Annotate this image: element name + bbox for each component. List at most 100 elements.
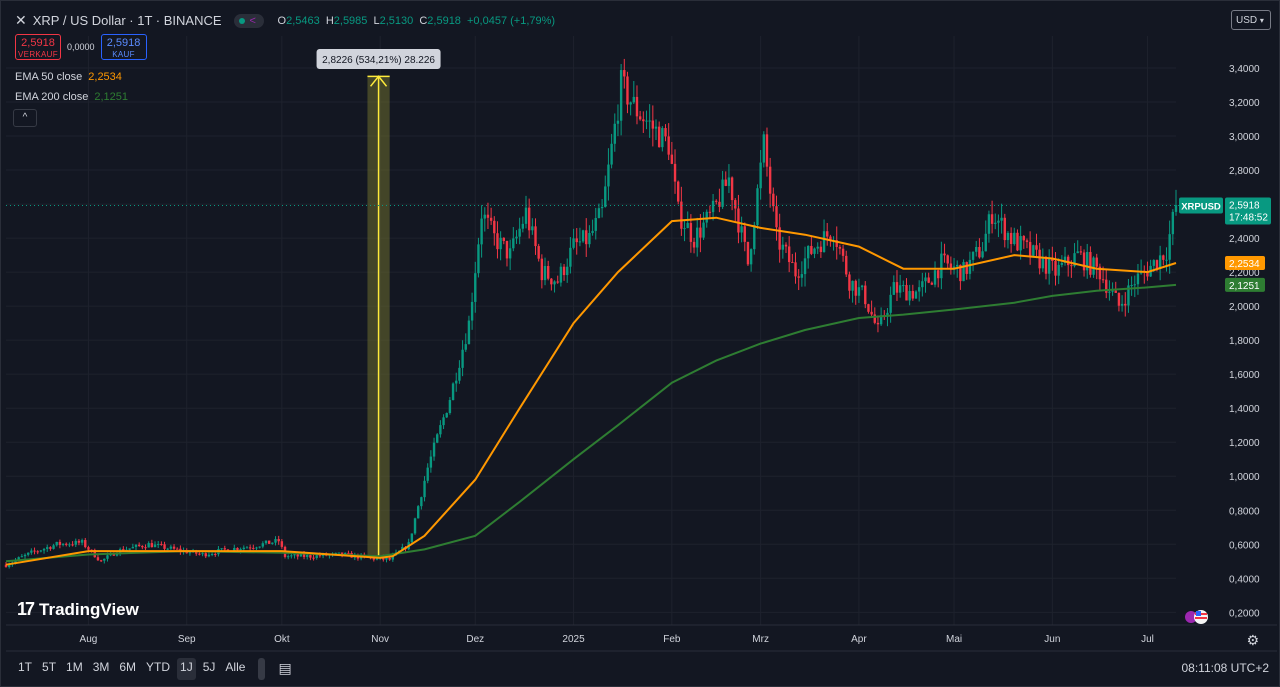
candle-body — [160, 544, 163, 546]
candle-body — [924, 277, 927, 282]
candle-body — [388, 557, 391, 560]
candle-body — [1003, 217, 1006, 241]
tf-3m[interactable]: 3M — [90, 658, 113, 680]
candle-body — [1079, 251, 1083, 253]
candle-body — [870, 311, 873, 315]
candle-body — [1028, 241, 1032, 256]
calendar-icon[interactable]: ▤ — [275, 658, 294, 680]
measure-label: 2,8226 (534,21%) 28.226 — [322, 55, 435, 66]
candle-body — [784, 244, 788, 247]
tf-1j[interactable]: 1J — [177, 658, 196, 680]
us-flag-icon[interactable] — [1183, 609, 1209, 625]
open-key: O — [277, 14, 287, 27]
candle-body — [52, 545, 55, 549]
candle-body — [172, 546, 176, 549]
candle-body — [480, 218, 483, 245]
candle-body — [36, 551, 39, 553]
candle-body — [619, 70, 623, 121]
y-tick-label: 2,4000 — [1229, 234, 1260, 245]
countdown-value: 17:48:52 — [1229, 212, 1268, 223]
candle-body — [696, 227, 699, 248]
candle-body — [293, 554, 296, 556]
candle-body — [286, 556, 290, 558]
candle-body — [616, 120, 620, 124]
candle-body — [943, 253, 946, 256]
candle-body — [210, 553, 214, 555]
candle-body — [981, 251, 984, 258]
indicator-ema200[interactable]: EMA 200 close 2,1251 — [15, 91, 128, 103]
candle-body — [508, 248, 512, 259]
logo-text: TradingView — [39, 599, 139, 619]
candle-body — [280, 541, 284, 547]
candle-body — [220, 548, 223, 550]
candle-body — [607, 164, 610, 187]
candle-body — [163, 544, 166, 549]
ema200-label: EMA 200 close — [15, 91, 89, 103]
divider — [258, 658, 266, 680]
buy-button[interactable]: 2,5918 KAUF — [100, 34, 147, 60]
status-indicator[interactable]: < — [233, 13, 264, 28]
candle-body — [68, 544, 71, 546]
candle-body — [749, 249, 753, 265]
candle-body — [572, 238, 575, 248]
candle-body — [604, 186, 607, 207]
candle-body — [306, 554, 309, 557]
gear-icon[interactable]: ⚙ — [1246, 632, 1259, 649]
candle-body — [296, 554, 299, 557]
candle-body — [705, 211, 708, 223]
tf-5j[interactable]: 5J — [200, 658, 219, 680]
candle-body — [1035, 245, 1038, 250]
candle-body — [515, 236, 518, 239]
close-value: 2,5918 — [427, 14, 461, 27]
candle-body — [499, 237, 502, 250]
tf-alle[interactable]: Alle — [222, 658, 248, 680]
candle-body — [1019, 236, 1022, 251]
sell-price: 2,5918 — [21, 37, 55, 49]
candle-body — [1066, 256, 1070, 266]
candle-body — [791, 262, 794, 264]
candle-body — [223, 548, 226, 550]
candle-body — [134, 544, 138, 547]
candle-body — [144, 547, 147, 549]
candle-body — [724, 179, 727, 186]
tf-1t[interactable]: 1T — [15, 658, 35, 680]
candle-body — [1076, 251, 1079, 254]
candle-body — [613, 123, 616, 144]
tf-ytd[interactable]: YTD — [143, 658, 173, 680]
candle-body — [702, 222, 705, 238]
price-chart[interactable]: 3,40003,20003,00002,80002,60002,40002,20… — [1, 1, 1279, 686]
candle-body — [242, 547, 246, 550]
candle-body — [876, 322, 880, 325]
close-icon[interactable]: ✕ — [15, 12, 27, 29]
indicator-ema50[interactable]: EMA 50 close 2,2534 — [15, 71, 122, 83]
candle-body — [55, 541, 58, 546]
candle-body — [318, 555, 322, 557]
candle-body — [416, 506, 420, 519]
candle-body — [26, 552, 30, 555]
sell-button[interactable]: 2,5918 VERKAUF — [15, 34, 61, 60]
candle-body — [711, 200, 715, 213]
candle-body — [274, 539, 277, 543]
ema200-price-tag-value: 2,1251 — [1229, 281, 1260, 292]
candle-body — [264, 540, 268, 544]
y-tick-label: 0,6000 — [1229, 540, 1260, 551]
candle-body — [971, 251, 975, 260]
tf-1m[interactable]: 1M — [63, 658, 86, 680]
candle-body — [448, 400, 452, 414]
candle-body — [822, 231, 826, 253]
candle-body — [594, 217, 597, 231]
clock[interactable]: 08:11:08 UTC+2 — [1182, 661, 1270, 675]
candle-body — [1114, 290, 1117, 293]
currency-button[interactable]: USD ▾ — [1231, 10, 1271, 30]
candle-body — [1013, 232, 1016, 245]
candle-body — [188, 552, 192, 554]
tf-5t[interactable]: 5T — [39, 658, 59, 680]
collapse-legend-button[interactable]: ^ — [13, 109, 37, 127]
candle-body — [477, 244, 480, 274]
candle-body — [664, 128, 667, 137]
x-tick-label: Sep — [178, 634, 196, 645]
tf-6m[interactable]: 6M — [116, 658, 139, 680]
candle-body — [470, 301, 474, 321]
symbol-title[interactable]: XRP / US Dollar · 1T · BINANCE — [33, 13, 222, 28]
candle-body — [553, 281, 556, 285]
